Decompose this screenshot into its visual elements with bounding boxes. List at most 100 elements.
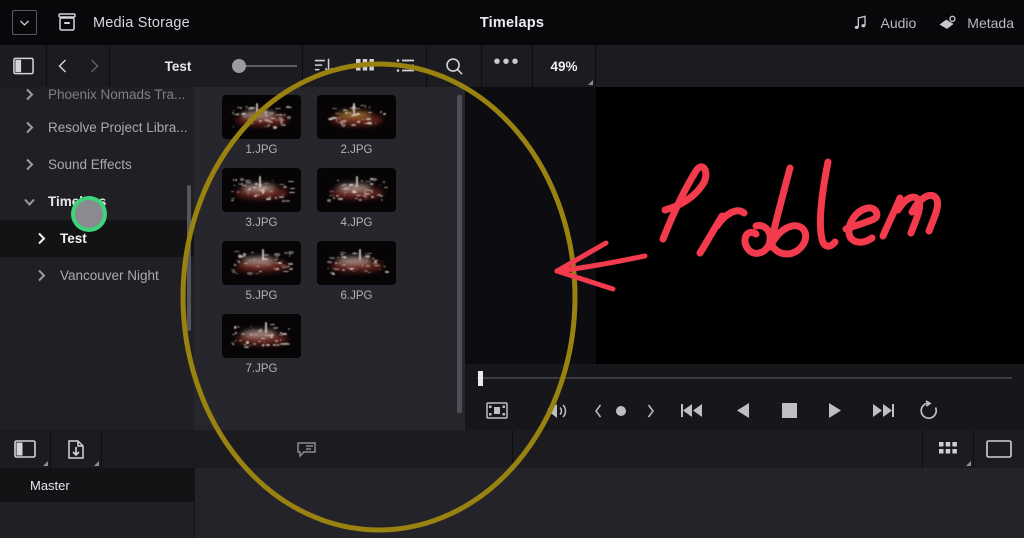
thumbnail-image[interactable] (222, 95, 301, 139)
thumbnail-light-speck (335, 261, 337, 265)
zoom-level-control[interactable]: 49% (533, 45, 595, 87)
play-reverse-button[interactable] (719, 401, 767, 420)
bottom-sidebar-toggle-button[interactable] (0, 430, 50, 468)
comment-bubble-icon (297, 441, 316, 458)
browser-scrollbar[interactable] (457, 95, 462, 413)
footer-master-row[interactable]: Master (0, 468, 194, 502)
chevron-right-icon[interactable] (22, 120, 37, 135)
chevron-right-icon[interactable] (34, 268, 49, 283)
thumbnail-light-speck (257, 340, 261, 342)
thumbnail-light-speck (237, 260, 240, 263)
thumbnail-item[interactable]: 5.JPG (222, 241, 301, 302)
panel-layout-button[interactable] (974, 430, 1024, 468)
thumbnail-light-speck (261, 186, 267, 190)
chevron-right-icon[interactable] (34, 231, 49, 246)
search-icon (445, 57, 463, 75)
search-button[interactable] (427, 45, 481, 87)
thumbnail-size-slider[interactable] (230, 45, 302, 87)
play-button[interactable] (812, 401, 858, 420)
skip-to-end-icon (873, 404, 894, 417)
thumbnail-light-speck (262, 249, 264, 260)
thumbnail-item[interactable]: 2.JPG (317, 95, 396, 156)
thumbnail-image[interactable] (317, 168, 396, 212)
thumbnail-light-speck (254, 195, 258, 197)
thumbnail-image[interactable] (222, 314, 301, 358)
skip-to-end-button[interactable] (858, 401, 906, 420)
skip-to-start-button[interactable] (667, 401, 719, 420)
thumbnail-item[interactable]: 7.JPG (222, 314, 301, 375)
thumbnail-light-speck (247, 272, 253, 275)
thumbnail-item[interactable]: 4.JPG (317, 168, 396, 229)
audio-panel-button[interactable]: Audio (839, 13, 926, 33)
chevron-down-icon[interactable] (22, 194, 37, 209)
chevron-right-icon[interactable] (87, 58, 101, 74)
metadata-panel-button[interactable]: Metada (926, 13, 1024, 33)
loop-button[interactable] (906, 400, 952, 421)
comment-button[interactable] (102, 430, 512, 468)
toggle-sidebar-button[interactable] (0, 45, 46, 87)
scrubber-track[interactable] (477, 377, 1012, 379)
audio-label: Audio (880, 14, 917, 31)
step-forward-button[interactable] (633, 403, 667, 419)
bottom-grid-view-button[interactable] (923, 430, 973, 468)
bottom-toolbar-filler (513, 430, 923, 468)
filmstrip-button[interactable] (465, 402, 529, 419)
thumbnail-light-speck (277, 113, 283, 116)
thumbnail-light-speck (278, 254, 281, 256)
step-forward-icon (647, 404, 654, 417)
media-viewer (465, 87, 1024, 430)
grid-view-button[interactable] (344, 45, 385, 87)
thumbnail-light-speck (265, 343, 270, 347)
media-storage-label: Media Storage (93, 14, 190, 31)
thumbnail-light-speck (326, 199, 332, 202)
thumbnail-light-speck (337, 198, 343, 200)
thumbnail-light-speck (365, 265, 371, 267)
thumbnail-light-speck (347, 266, 349, 270)
thumbnail-light-speck (341, 125, 345, 127)
import-media-button[interactable] (51, 430, 101, 468)
thumbnail-light-speck (326, 267, 330, 269)
playhead[interactable] (478, 371, 483, 386)
volume-icon (548, 403, 567, 418)
list-view-button[interactable] (385, 45, 426, 87)
sort-button[interactable] (303, 45, 344, 87)
viewer-image[interactable] (596, 87, 1024, 364)
thumbnail-light-speck (250, 106, 255, 109)
thumbnail-light-speck (233, 184, 237, 186)
chevron-left-icon[interactable] (56, 58, 70, 74)
thumbnail-label: 1.JPG (245, 144, 278, 156)
thumbnail-light-speck (352, 103, 355, 114)
chevron-right-icon[interactable] (22, 87, 37, 102)
sidebar-item-sound-effects[interactable]: Sound Effects (0, 146, 194, 183)
thumbnail-image[interactable] (222, 168, 301, 212)
thumbnail-image[interactable] (317, 95, 396, 139)
sidebar-item-resolve-project-libra[interactable]: Resolve Project Libra... (0, 109, 194, 146)
breadcrumb[interactable]: Test (110, 45, 230, 87)
thumbnail-image[interactable] (317, 241, 396, 285)
step-back-icon (594, 404, 601, 417)
thumbnail-light-speck (340, 123, 346, 126)
thumbnail-image[interactable] (222, 241, 301, 285)
thumbnail-grid: 1.JPG 2.JPG 3.JPG 4.JPG 5.JPG 6.JPG 7.JPG (194, 87, 465, 387)
thumbnail-item[interactable]: 6.JPG (317, 241, 396, 302)
thumbnail-light-speck (234, 251, 240, 253)
thumbnail-item[interactable]: 1.JPG (222, 95, 301, 156)
sidebar-item-phoenix-nomads-tra[interactable]: Phoenix Nomads Tra... (0, 87, 194, 109)
thumbnail-light-speck (266, 197, 271, 200)
slider-handle[interactable] (232, 59, 246, 73)
chevron-right-icon[interactable] (22, 157, 37, 172)
more-options-button[interactable]: ••• (482, 45, 532, 87)
resize-corner-icon (966, 461, 971, 466)
stop-button[interactable] (767, 402, 812, 419)
sidebar-item-test[interactable]: Test (0, 220, 194, 257)
record-button[interactable] (609, 404, 633, 418)
volume-button[interactable] (529, 400, 587, 422)
thumbnail-item[interactable]: 3.JPG (222, 168, 301, 229)
step-back-button[interactable] (587, 403, 609, 419)
thumbnail-label: 5.JPG (245, 290, 278, 302)
thumbnail-light-speck (265, 322, 267, 333)
thumbnail-light-speck (231, 333, 235, 336)
thumbnail-light-speck (252, 334, 258, 335)
dropdown-button[interactable] (12, 10, 37, 35)
thumbnail-light-speck (336, 194, 339, 198)
